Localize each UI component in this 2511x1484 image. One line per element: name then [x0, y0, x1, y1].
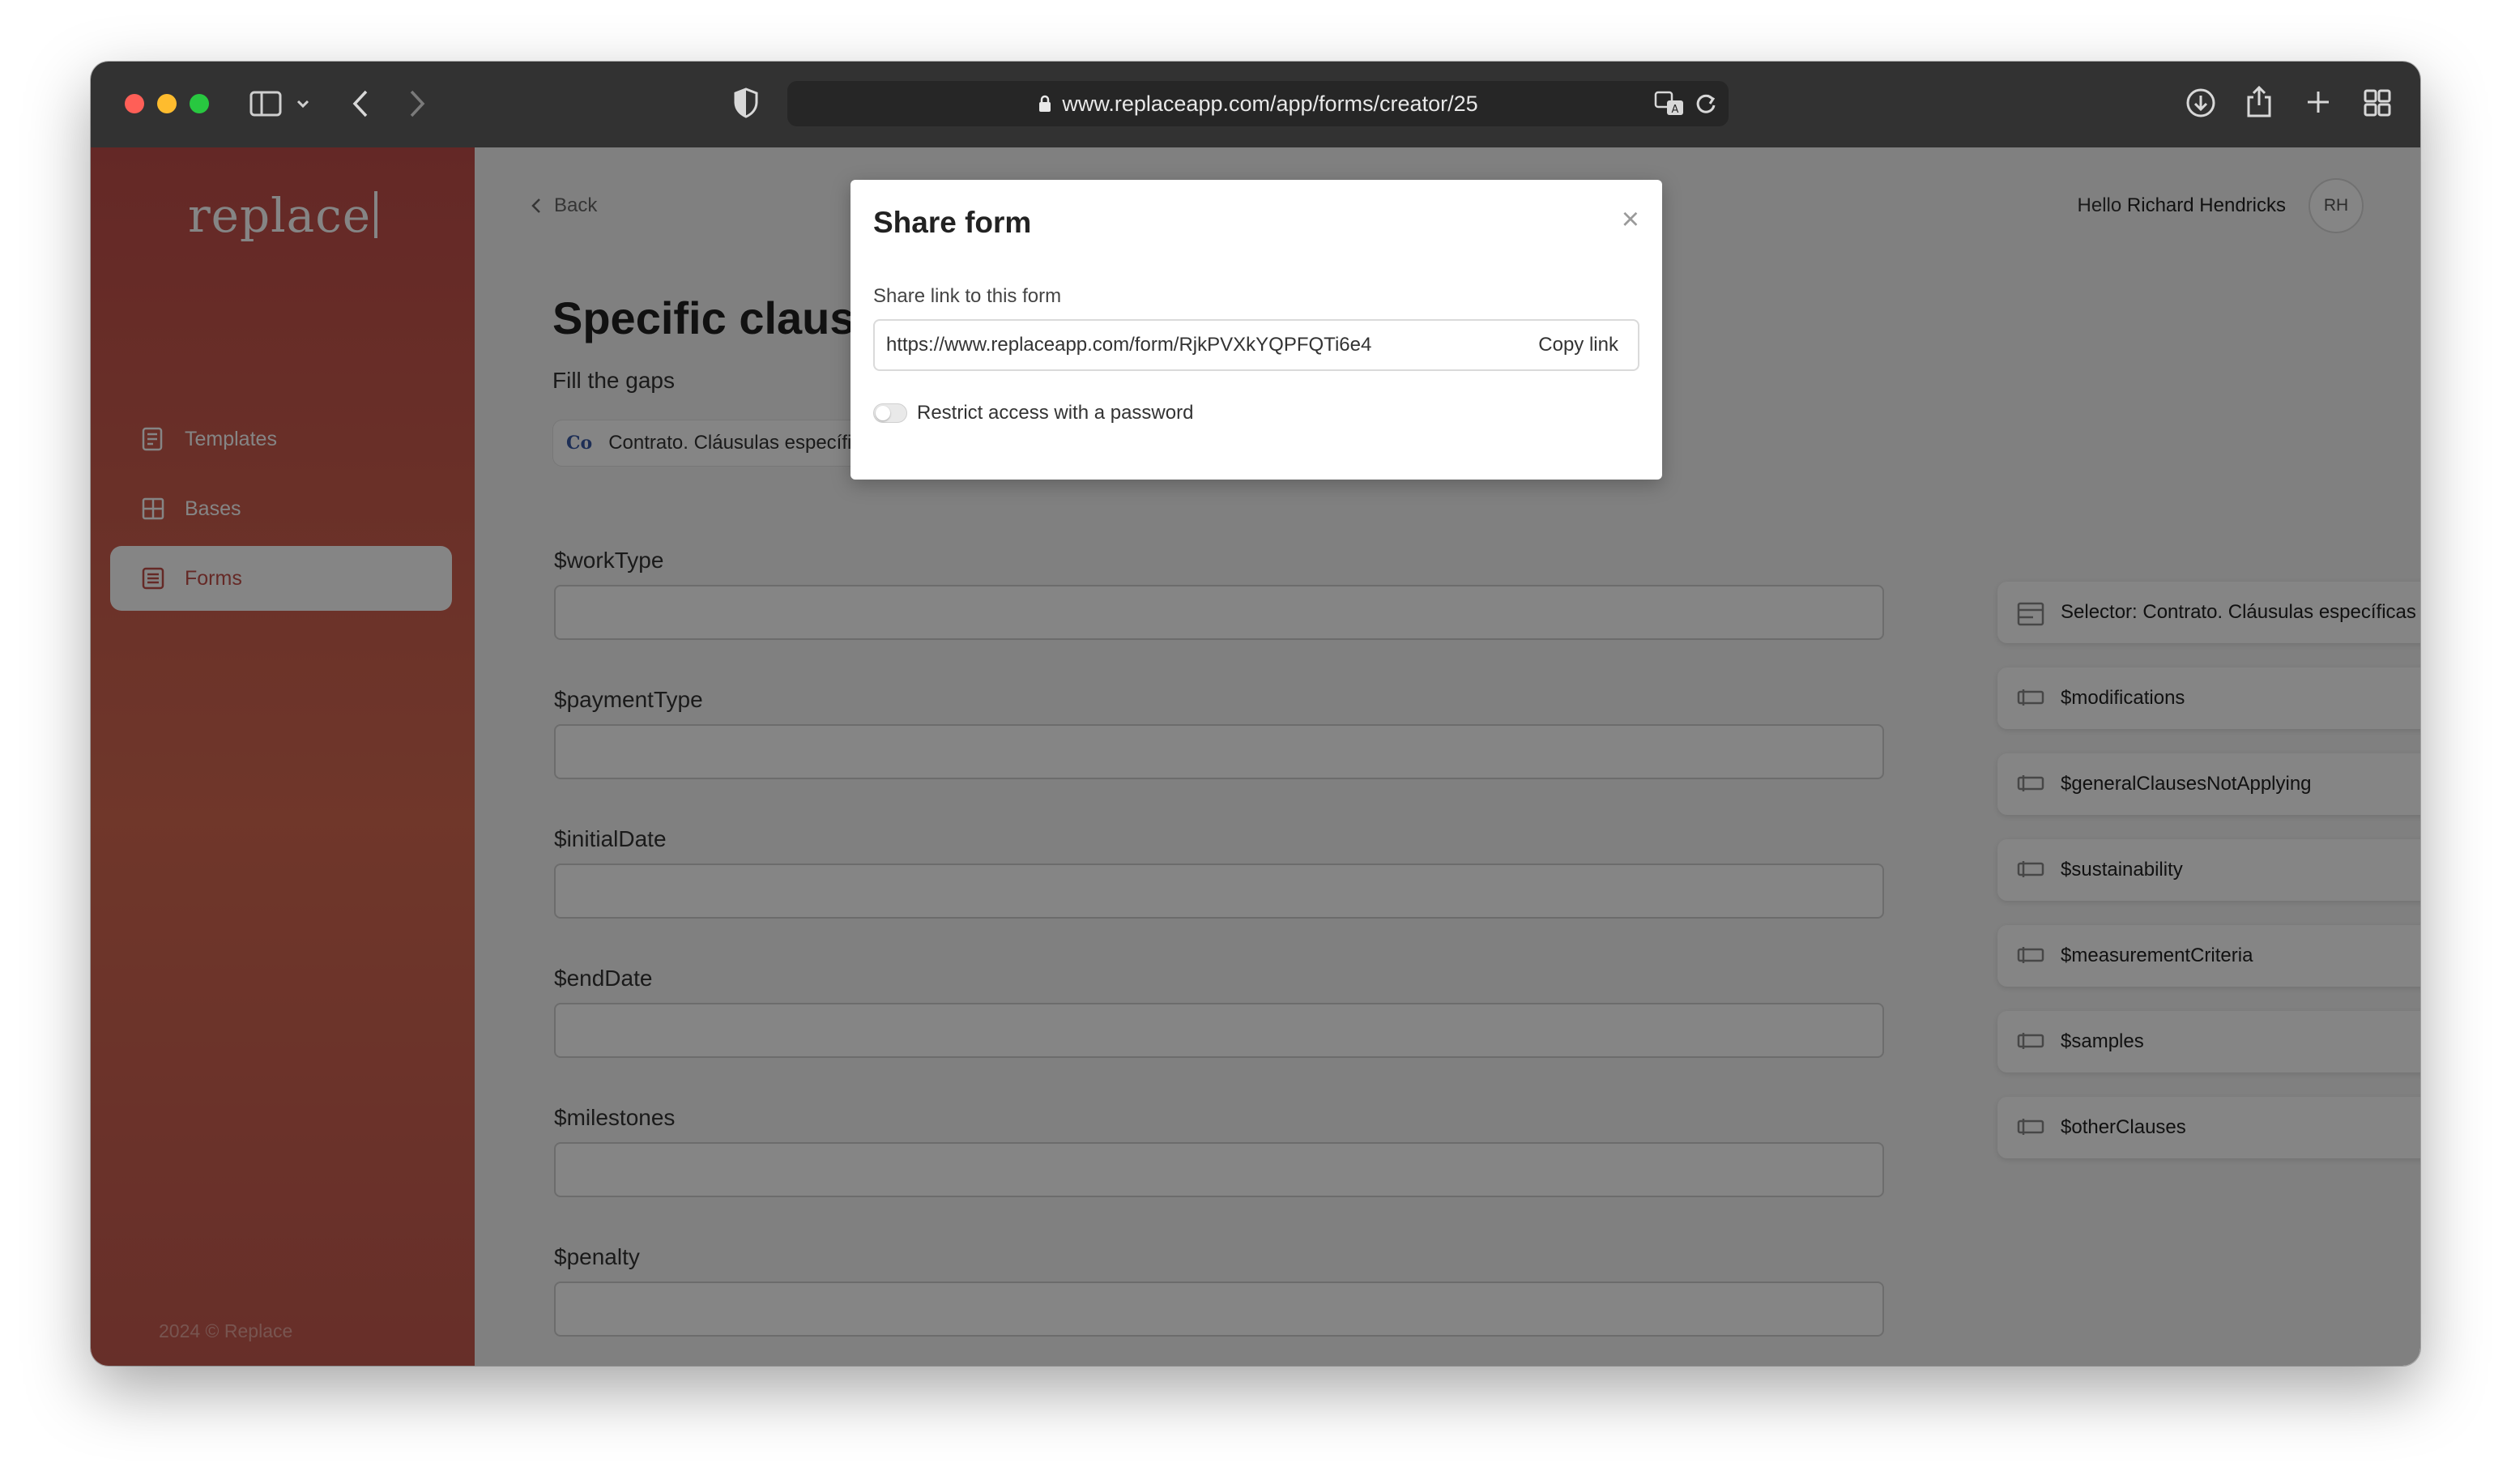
lock-icon	[1038, 94, 1052, 113]
reload-icon[interactable]	[1693, 91, 1717, 117]
restrict-password-toggle[interactable]	[873, 403, 907, 423]
share-form-modal: Share form × Share link to this form htt…	[850, 180, 1662, 480]
minimize-window-button[interactable]	[157, 94, 177, 113]
copy-link-button[interactable]: Copy link	[1519, 334, 1638, 356]
browser-window: www.replaceapp.com/app/forms/creator/25 …	[91, 62, 2420, 1366]
svg-text:A: A	[1672, 104, 1679, 116]
back-arrow-icon[interactable]	[352, 89, 369, 118]
download-icon[interactable]	[2185, 87, 2216, 118]
toggle-knob	[876, 406, 890, 420]
close-window-button[interactable]	[125, 94, 144, 113]
share-link-url[interactable]: https://www.replaceapp.com/form/RjkPVXkY…	[886, 334, 1519, 356]
close-icon[interactable]: ×	[1622, 204, 1639, 235]
zoom-window-button[interactable]	[190, 94, 209, 113]
tabs-grid-icon[interactable]	[2364, 89, 2391, 117]
restrict-access-label: Restrict access with a password	[917, 402, 1194, 424]
chevron-down-icon[interactable]	[296, 99, 309, 109]
modal-title: Share form	[873, 206, 1032, 239]
address-url: www.replaceapp.com/app/forms/creator/25	[1062, 91, 1478, 116]
browser-toolbar: www.replaceapp.com/app/forms/creator/25 …	[91, 62, 2420, 147]
restrict-access-row: Restrict access with a password	[873, 402, 1193, 424]
share-link-label: Share link to this form	[873, 285, 1062, 307]
address-bar[interactable]: www.replaceapp.com/app/forms/creator/25	[787, 81, 1729, 126]
share-icon[interactable]	[2245, 84, 2273, 118]
sidebar-toggle-icon[interactable]	[249, 91, 282, 117]
plus-icon[interactable]	[2305, 89, 2331, 115]
forward-arrow-icon[interactable]	[408, 89, 426, 118]
shield-icon[interactable]	[734, 87, 758, 118]
share-link-field[interactable]: https://www.replaceapp.com/form/RjkPVXkY…	[873, 319, 1639, 371]
translate-icon[interactable]: A	[1654, 91, 1685, 117]
